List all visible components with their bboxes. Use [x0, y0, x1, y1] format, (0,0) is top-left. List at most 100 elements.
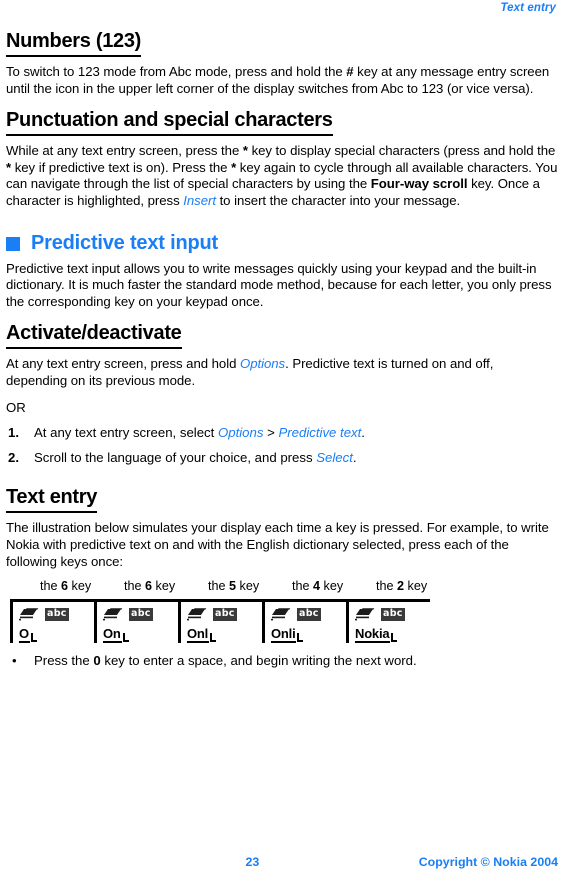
text-entry-heading-wrap: Text entry — [6, 474, 558, 517]
bullet-zero-key: 0 — [93, 653, 101, 669]
key-label-pre: the — [124, 579, 146, 594]
page-footer: 23 Copyright © Nokia 2004 — [6, 855, 558, 869]
step-separator: > — [263, 425, 279, 441]
key-label-pre: the — [292, 579, 314, 594]
punctuation-heading: Punctuation and special characters — [6, 109, 333, 137]
numbers-paragraph: To switch to 123 mode from Abc mode, pre… — [6, 64, 558, 97]
key-label-post: key — [236, 579, 260, 594]
punct-text-3: key if predictive text is on). Press the — [11, 159, 232, 175]
step-predictive-text-command: Predictive text — [278, 425, 362, 441]
phone-text-row: On — [103, 622, 129, 644]
punctuation-heading-wrap: Punctuation and special characters — [6, 97, 558, 140]
phone-text-row: Onl — [187, 622, 217, 644]
step-select-command: Select — [316, 449, 353, 465]
phone-text-row: Onli — [271, 622, 304, 644]
phone-status-bar: abc — [271, 606, 346, 622]
predictive-text-icon — [271, 607, 291, 621]
phone-display: abc Nokia — [346, 599, 430, 644]
document-page: Text entry Numbers (123) To switch to 12… — [0, 0, 564, 875]
phone-display: abc Onli — [262, 599, 346, 644]
bullet-text-1: Press the — [34, 653, 94, 669]
key-label: the 4 key — [292, 579, 376, 594]
phone-display: abc Onl — [178, 599, 262, 644]
phone-status-bar: abc — [187, 606, 262, 622]
phone-display-text: On — [103, 626, 122, 644]
numbers-hash-key: # — [346, 64, 354, 79]
phone-status-bar: abc — [19, 606, 94, 622]
activate-text-1: At any text entry screen, press and hold — [6, 356, 240, 372]
activate-heading-wrap: Activate/deactivate — [6, 310, 558, 353]
punctuation-paragraph: While at any text entry screen, press th… — [6, 143, 558, 209]
step-number: 1. — [8, 425, 19, 441]
numbers-heading: Numbers (123) — [6, 30, 141, 57]
text-cursor-icon — [210, 633, 217, 643]
key-label: the 2 key — [376, 579, 460, 594]
numbers-text-1: To switch to 123 mode from Abc mode, pre… — [6, 64, 347, 79]
punct-insert-command: Insert — [183, 192, 216, 208]
predictive-text-input-heading: Predictive text input — [6, 232, 558, 255]
page-number: 23 — [245, 855, 260, 869]
key-label-row: the 6 key the 6 key the 5 key the 4 key … — [40, 579, 558, 594]
predictive-text-icon — [103, 607, 123, 621]
phone-display-text: O — [19, 626, 30, 644]
list-item: 1. At any text entry screen, select Optio… — [6, 425, 558, 442]
punct-text-2: key to display special characters (press… — [247, 143, 556, 159]
list-item: • Press the 0 key to enter a space, and b… — [6, 653, 558, 670]
predictive-paragraph: Predictive text input allows you to writ… — [6, 260, 552, 309]
running-header: Text entry — [500, 2, 556, 14]
input-mode-badge: abc — [213, 607, 237, 621]
punct-text-1: While at any text entry screen, press th… — [6, 143, 243, 159]
text-cursor-icon — [122, 633, 129, 643]
key-label-digit: 4 — [313, 579, 321, 594]
phone-text-row: O — [19, 622, 37, 644]
key-label: the 5 key — [208, 579, 292, 594]
punct-text-6: to insert the character into your messag… — [215, 192, 461, 208]
step-text-1: Scroll to the language of your choice, a… — [34, 449, 317, 465]
key-label: the 6 key — [40, 579, 124, 594]
text-cursor-icon — [297, 633, 304, 643]
predictive-heading-label: Predictive text input — [31, 231, 218, 254]
key-label-digit: 6 — [145, 579, 153, 594]
numbers-heading-wrap: Numbers (123) — [6, 18, 558, 61]
key-label-pre: the — [376, 579, 398, 594]
phone-text-row: Nokia — [355, 622, 398, 644]
text-cursor-icon — [391, 633, 398, 643]
key-label-post: key — [68, 579, 92, 594]
key-label-digit: 2 — [397, 579, 405, 594]
step-text-3: . — [361, 425, 365, 441]
phone-display: abc O — [10, 599, 94, 644]
step-number: 2. — [8, 449, 19, 465]
step-text-1: At any text entry screen, select — [34, 425, 218, 441]
input-mode-badge: abc — [45, 607, 69, 621]
activate-heading: Activate/deactivate — [6, 322, 182, 350]
predictive-text-icon — [187, 607, 207, 621]
phone-status-bar: abc — [103, 606, 178, 622]
bullet-dot-icon: • — [12, 653, 17, 669]
phone-display-text: Nokia — [355, 626, 391, 644]
step-text-2: . — [352, 449, 357, 465]
key-label-digit: 6 — [61, 579, 69, 594]
activate-paragraph: At any text entry screen, press and hold… — [6, 356, 558, 389]
input-mode-badge: abc — [129, 607, 153, 621]
phone-display-text: Onl — [187, 626, 210, 644]
or-label: OR — [6, 399, 26, 415]
key-label-pre: the — [208, 579, 230, 594]
predictive-text-icon — [355, 607, 375, 621]
input-mode-badge: abc — [381, 607, 405, 621]
key-label-post: key — [404, 579, 428, 594]
predictive-text-icon — [19, 607, 39, 621]
key-label: the 6 key — [124, 579, 208, 594]
text-entry-heading: Text entry — [6, 486, 97, 514]
step-options-command: Options — [217, 425, 264, 441]
phone-display-row: abc O abc On abc Onl abc Onli abc Nokia — [10, 599, 558, 644]
key-label-digit: 5 — [229, 579, 237, 594]
activate-steps-list: 1. At any text entry screen, select Optio… — [6, 425, 558, 466]
key-label-pre: the — [40, 579, 62, 594]
phone-display-text: Onli — [271, 626, 297, 644]
key-label-post: key — [320, 579, 344, 594]
text-entry-paragraph: The illustration below simulates your di… — [6, 520, 549, 569]
square-bullet-icon — [6, 237, 20, 252]
input-mode-badge: abc — [297, 607, 321, 621]
text-cursor-icon — [30, 633, 37, 643]
phone-display: abc On — [94, 599, 178, 644]
